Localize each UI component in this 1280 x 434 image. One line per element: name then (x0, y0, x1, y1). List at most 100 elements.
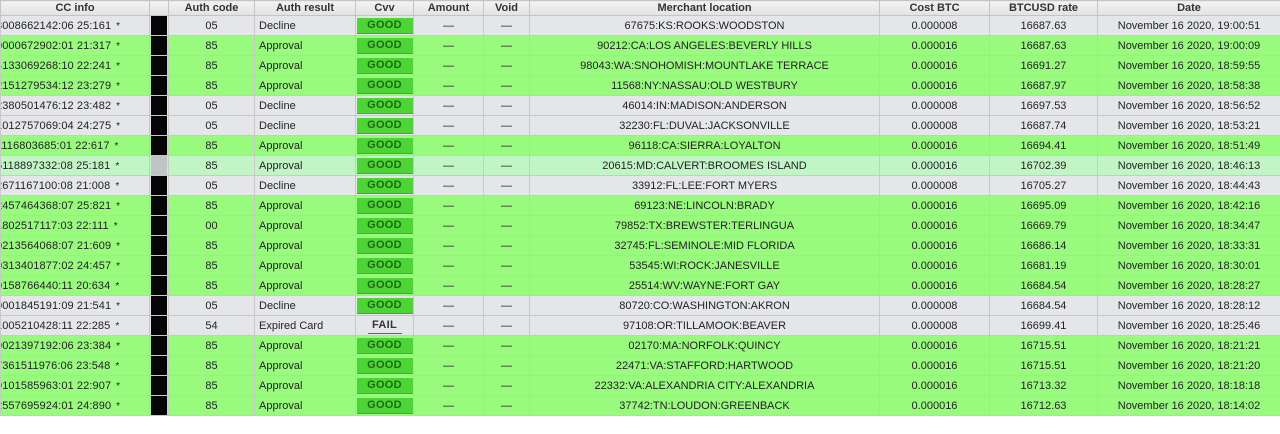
header-cost-btc[interactable]: Cost BTC (879, 0, 990, 16)
merchant-location-cell: 20615:MD:CALVERT:BROOMES ISLAND (529, 155, 880, 176)
auth-result-cell: Expired Card (254, 315, 356, 336)
header-cc-info[interactable]: CC info (0, 0, 150, 16)
date-cell: November 16 2020, 18:18:18 (1097, 375, 1280, 396)
table-row[interactable]: 2671167100:08 21:008 * 05 Decline GOOD — —3391… (0, 175, 1280, 196)
void-cell: — (483, 355, 530, 376)
cost-btc-cell: 0.000008 (879, 115, 990, 136)
table-row[interactable]: 0213564068:07 21:609 * 85 Approval GOOD — —327… (0, 235, 1280, 256)
cc-info-cell: 2151279534:12 23:279 * (0, 75, 150, 96)
cc-info-cell: 2557695924:01 24:890 * (0, 395, 150, 416)
auth-code-cell: 54 (168, 315, 255, 336)
table-row[interactable]: 9101585963:01 22:907 * 85 Approval GOOD — —223… (0, 375, 1280, 396)
cost-btc-cell: 0.000016 (879, 335, 990, 356)
table-row[interactable]: 1116803685:01 22:617 * 85 Approval GOOD — —961… (0, 135, 1280, 156)
btcusd-rate-cell: 16712.63 (989, 395, 1098, 416)
amount-cell: — (413, 255, 484, 276)
amount-cell: — (413, 55, 484, 76)
auth-result-cell: Approval (254, 235, 356, 256)
cvv-status-badge: GOOD (356, 377, 413, 394)
table-row[interactable]: 2457464368:07 25:821 * 85 Approval GOOD — —691… (0, 195, 1280, 216)
auth-code-cell: 85 (168, 375, 255, 396)
card-mark-cell (149, 115, 169, 136)
card-mark-cell (149, 255, 169, 276)
auth-result-cell: Approval (254, 35, 356, 56)
amount-cell: — (413, 355, 484, 376)
table-row[interactable]: 0001845191:09 21:541 * 05 Decline GOOD — —8072… (0, 295, 1280, 316)
table-row[interactable]: 2380501476:12 23:482 * 05 Decline GOOD — —4601… (0, 95, 1280, 116)
date-cell: November 16 2020, 18:44:43 (1097, 175, 1280, 196)
table-row[interactable]: 0158766440:11 20:634 * 85 Approval GOOD — —255… (0, 275, 1280, 296)
table-row[interactable]: 1802517117:03 22:111 * 00 Approval GOOD — —798… (0, 215, 1280, 236)
auth-result-cell: Approval (254, 375, 356, 396)
header-merchant-location[interactable]: Merchant location (529, 0, 880, 16)
amount-cell: — (413, 75, 484, 96)
header-auth-code[interactable]: Auth code (168, 0, 255, 16)
card-mark-icon (151, 76, 167, 95)
btcusd-rate-cell: 16687.63 (989, 15, 1098, 36)
table-row[interactable]: 0000672902:01 21:317 * 85 Approval GOOD — —902… (0, 35, 1280, 56)
cost-btc-cell: 0.000016 (879, 195, 990, 216)
amount-cell: — (413, 95, 484, 116)
auth-code-cell: 85 (168, 35, 255, 56)
card-mark-cell (149, 295, 169, 316)
amount-cell: — (413, 275, 484, 296)
btcusd-rate-cell: 16669.79 (989, 215, 1098, 236)
cvv-status-badge: GOOD (356, 297, 413, 314)
btcusd-rate-cell: 16684.54 (989, 275, 1098, 296)
table-row[interactable]: 1012757069:04 24:275 * 05 Decline GOOD — —3223… (0, 115, 1280, 136)
cvv-status-badge: GOOD (356, 357, 413, 374)
auth-result-cell: Approval (254, 275, 356, 296)
table-row[interactable]: 3008662142:06 25:161 * 05 Decline GOOD — —6767… (0, 15, 1280, 36)
card-mark-cell (149, 195, 169, 216)
table-row[interactable]: 6118897332:08 25:181 * 85 Approval GOOD — —206… (0, 155, 1280, 176)
star-icon: * (115, 160, 120, 172)
table-row[interactable]: 2151279534:12 23:279 * 85 Approval GOOD — —115… (0, 75, 1280, 96)
header-amount[interactable]: Amount (413, 0, 484, 16)
auth-code-cell: 85 (168, 335, 255, 356)
auth-code-cell: 85 (168, 75, 255, 96)
void-cell: — (483, 335, 530, 356)
amount-cell: — (413, 375, 484, 396)
amount-cell: — (413, 315, 484, 336)
cc-number: 2380501476:12 23:482 (0, 99, 112, 112)
table-row[interactable]: 4133069268:10 22:241 * 85 Approval GOOD — —980… (0, 55, 1280, 76)
header-auth-result[interactable]: Auth result (254, 0, 356, 16)
merchant-location-cell: 22332:VA:ALEXANDRIA CITY:ALEXANDRIA (529, 375, 880, 396)
amount-cell: — (413, 295, 484, 316)
amount-cell: — (413, 35, 484, 56)
merchant-location-cell: 97108:OR:TILLAMOOK:BEAVER (529, 315, 880, 336)
auth-result-cell: Approval (254, 55, 356, 76)
header-cvv[interactable]: Cvv (355, 0, 414, 16)
table-row[interactable]: 1005210428:11 22:285 * 54 Expired Card FAIL —… (0, 315, 1280, 336)
void-cell: — (483, 275, 530, 296)
amount-cell: — (413, 115, 484, 136)
header-date[interactable]: Date (1097, 0, 1280, 16)
header-btcusd-rate[interactable]: BTCUSD rate (989, 0, 1098, 16)
date-cell: November 16 2020, 19:00:51 (1097, 15, 1280, 36)
void-cell: — (483, 255, 530, 276)
cc-number: 4133069268:10 22:241 (0, 59, 112, 72)
btcusd-rate-cell: 16715.51 (989, 335, 1098, 356)
cvv-status-badge: GOOD (356, 157, 413, 174)
btcusd-rate-cell: 16699.41 (989, 315, 1098, 336)
cvv-cell: GOOD (355, 175, 414, 196)
cc-info-cell: 0001845191:09 21:541 * (0, 295, 150, 316)
table-row[interactable]: 2557695924:01 24:890 * 85 Approval GOOD — —377… (0, 395, 1280, 416)
cvv-status-badge: GOOD (356, 177, 413, 194)
header-void[interactable]: Void (483, 0, 530, 16)
btcusd-rate-cell: 16697.53 (989, 95, 1098, 116)
amount-cell: — (413, 15, 484, 36)
table-row[interactable]: 0313401877:02 24:457 * 85 Approval GOOD — —535… (0, 255, 1280, 276)
auth-result-cell: Approval (254, 395, 356, 416)
cost-btc-cell: 0.000016 (879, 35, 990, 56)
star-icon: * (114, 140, 119, 152)
card-mark-cell (149, 215, 169, 236)
date-cell: November 16 2020, 18:51:49 (1097, 135, 1280, 156)
auth-code-cell: 85 (168, 55, 255, 76)
cvv-cell: GOOD (355, 215, 414, 236)
cost-btc-cell: 0.000016 (879, 135, 990, 156)
card-mark-cell (149, 355, 169, 376)
table-row[interactable]: 9021397192:06 23:384 * 85 Approval GOOD — —021… (0, 335, 1280, 356)
table-row[interactable]: 7361511976:06 23:548 * 85 Approval GOOD — —224… (0, 355, 1280, 376)
card-mark-cell (149, 335, 169, 356)
